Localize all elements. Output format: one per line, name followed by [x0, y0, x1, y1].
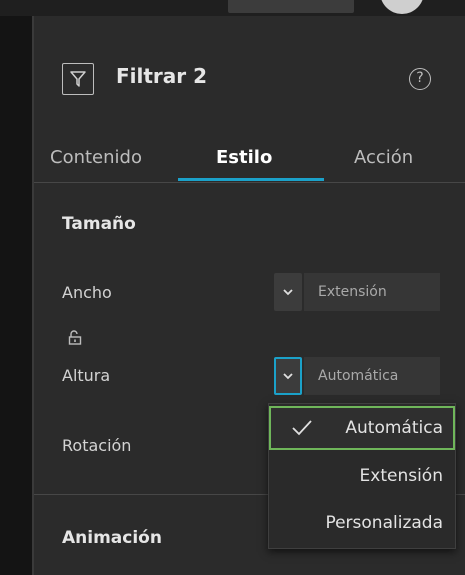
- height-label: Altura: [62, 366, 111, 385]
- menu-item-label: Extensión: [359, 466, 443, 486]
- width-select-value[interactable]: Extensión: [304, 273, 440, 311]
- height-dropdown-button[interactable]: [274, 357, 302, 395]
- tab-accion[interactable]: Acción: [354, 147, 413, 168]
- size-section-title: Tamaño: [62, 214, 136, 234]
- top-bar-field[interactable]: [228, 0, 354, 13]
- unlock-icon[interactable]: [68, 329, 82, 345]
- active-tab-indicator: [178, 178, 324, 181]
- avatar[interactable]: [380, 0, 424, 14]
- checkmark-icon: [292, 420, 312, 436]
- filter-icon: [62, 63, 94, 95]
- panel-header: Filtrar 2 ?: [34, 16, 465, 136]
- left-strip: [0, 16, 34, 575]
- page-title: Filtrar 2: [116, 64, 208, 88]
- help-icon[interactable]: ?: [409, 68, 431, 90]
- app-window: Filtrar 2 ? Contenido Estilo Acción Tama…: [0, 0, 465, 575]
- height-options-menu: Automática Extensión Personalizada: [268, 403, 456, 549]
- animation-section-title: Animación: [62, 528, 162, 548]
- tab-bar: Contenido Estilo Acción: [34, 131, 465, 183]
- menu-item-label: Automática: [345, 418, 443, 438]
- width-label: Ancho: [62, 283, 112, 302]
- height-select-value[interactable]: Automática: [304, 357, 440, 395]
- menu-item-label: Personalizada: [325, 513, 443, 533]
- menu-item-automatica[interactable]: Automática: [269, 406, 455, 450]
- top-bar: [0, 0, 465, 16]
- tab-contenido[interactable]: Contenido: [50, 147, 142, 168]
- tab-estilo[interactable]: Estilo: [216, 147, 272, 168]
- rotation-label: Rotación: [62, 436, 132, 455]
- menu-item-extension[interactable]: Extensión: [269, 454, 455, 498]
- chevron-down-icon: [283, 289, 293, 296]
- chevron-down-icon: [283, 373, 293, 380]
- width-dropdown-button[interactable]: [274, 273, 302, 311]
- menu-item-personalizada[interactable]: Personalizada: [269, 501, 455, 545]
